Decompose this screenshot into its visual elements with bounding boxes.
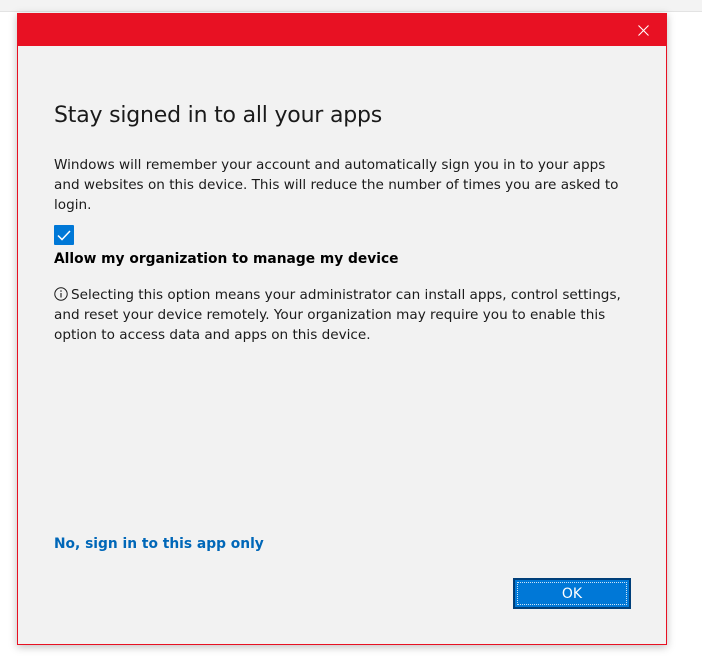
info-icon [54, 287, 68, 301]
manage-device-checkbox[interactable] [54, 225, 74, 245]
close-icon [637, 21, 649, 40]
sign-in-this-app-only-link[interactable]: No, sign in to this app only [54, 536, 264, 552]
dialog-title: Stay signed in to all your apps [54, 103, 383, 128]
checkmark-icon [57, 226, 71, 245]
close-button[interactable] [620, 14, 666, 46]
background-window-strip [0, 0, 702, 12]
manage-device-checkbox-label: Allow my organization to manage my devic… [54, 251, 399, 267]
dialog-description: Windows will remember your account and a… [54, 157, 619, 213]
info-note: Selecting this option means your adminis… [54, 285, 644, 345]
dialog-titlebar [18, 14, 666, 46]
ok-button[interactable]: OK [513, 578, 631, 609]
info-text: Selecting this option means your adminis… [54, 287, 621, 343]
stay-signed-in-dialog: Stay signed in to all your apps Windows … [17, 13, 667, 645]
